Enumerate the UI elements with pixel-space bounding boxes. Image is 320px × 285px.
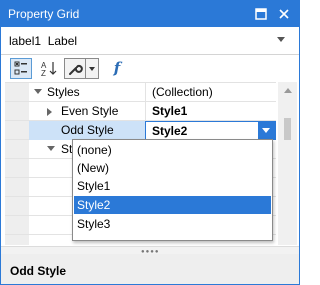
style-dropdown-list: (none) (New) Style1 Style2 Style3 xyxy=(72,139,273,241)
svg-text:Z: Z xyxy=(41,69,46,78)
property-name: Styles xyxy=(47,85,80,99)
grid-row-even-style[interactable]: Even Style Style1 xyxy=(5,102,276,121)
property-value-text: Style2 xyxy=(152,124,188,138)
wrench-icon xyxy=(69,64,83,75)
dropdown-option[interactable]: (none) xyxy=(74,141,271,159)
function-icon: f xyxy=(113,59,121,77)
object-selector-text: label1 Label xyxy=(9,34,78,48)
property-value[interactable]: Style1 xyxy=(145,102,276,121)
scroll-up-icon[interactable] xyxy=(284,88,292,93)
alphabetical-view-button[interactable]: A Z xyxy=(39,58,59,79)
sort-alphabetical-icon: A Z xyxy=(41,61,57,78)
properties-tab-dropdown[interactable] xyxy=(86,58,99,79)
property-name: Even Style xyxy=(61,104,119,118)
property-grid-panel: Property Grid label1 Label A Z f Styles … xyxy=(0,0,300,285)
categorized-icon xyxy=(14,61,27,75)
vertical-scrollbar[interactable] xyxy=(278,82,297,245)
toolbar: A Z f xyxy=(1,55,299,82)
dropdown-option-selected[interactable]: Style2 xyxy=(74,196,271,214)
dropdown-option[interactable]: Style3 xyxy=(74,215,271,233)
description-title: Odd Style xyxy=(10,264,67,278)
dock-options-icon[interactable] xyxy=(252,5,270,23)
chevron-down-icon[interactable] xyxy=(277,37,285,42)
dropdown-option[interactable]: Style1 xyxy=(74,177,271,195)
chevron-down-icon xyxy=(262,128,270,133)
description-splitter[interactable]: ●●●● xyxy=(1,246,299,255)
scrollbar-thumb[interactable] xyxy=(284,118,291,140)
grid-row-styles[interactable]: Styles (Collection) xyxy=(5,83,276,102)
description-panel: Odd Style xyxy=(1,254,299,284)
events-tab-button[interactable]: f xyxy=(109,58,125,79)
categorized-view-button[interactable] xyxy=(10,58,32,79)
window-title: Property Grid xyxy=(8,7,80,21)
property-value-editor[interactable]: Style2 xyxy=(145,121,276,140)
property-name: Odd Style xyxy=(29,121,145,140)
properties-tab-button[interactable] xyxy=(64,58,86,79)
chevron-down-icon xyxy=(89,67,95,71)
value-dropdown-button[interactable] xyxy=(258,122,275,139)
close-icon[interactable] xyxy=(275,5,293,23)
title-bar: Property Grid xyxy=(1,1,299,27)
object-selector[interactable]: label1 Label xyxy=(1,27,299,55)
dropdown-option[interactable]: (New) xyxy=(74,159,271,177)
property-value[interactable]: (Collection) xyxy=(145,83,276,102)
grid-row-odd-style[interactable]: Odd Style Style2 xyxy=(5,121,276,140)
